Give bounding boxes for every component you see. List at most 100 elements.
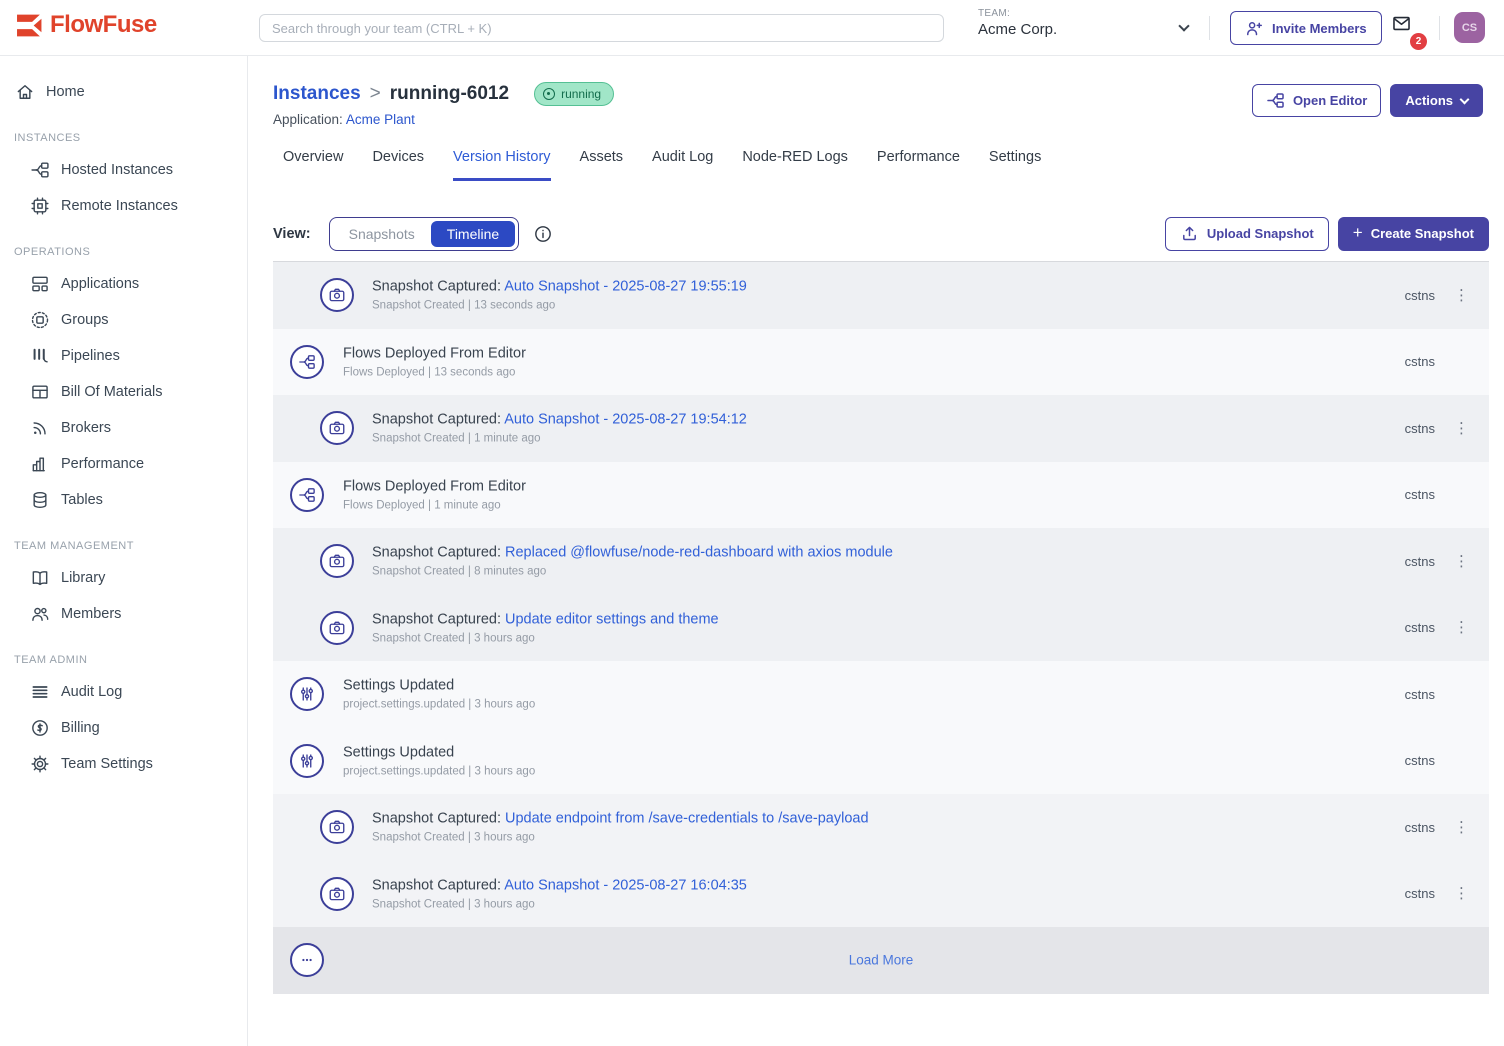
sliders-icon	[290, 677, 324, 711]
row-title: Flows Deployed From Editor	[343, 345, 526, 361]
row-title-prefix: Snapshot Captured:	[372, 611, 505, 627]
view-toggle: Snapshots Timeline	[329, 217, 520, 251]
invite-members-label: Invite Members	[1272, 21, 1367, 36]
upload-icon	[1180, 224, 1199, 243]
row-user: cstns	[1405, 288, 1435, 303]
row-title-prefix: Snapshot Captured:	[372, 811, 505, 827]
tab-devices[interactable]: Devices	[372, 149, 424, 181]
users-icon	[30, 604, 50, 624]
timeline-row: Settings Updated project.settings.update…	[273, 661, 1489, 728]
row-user: cstns	[1405, 753, 1435, 768]
sidebar: Home INSTANCES Hosted Instances Remote I…	[0, 56, 248, 1046]
breadcrumb: Instances > running-6012 running	[273, 82, 614, 106]
kebab-menu-icon[interactable]: ⋮	[1435, 421, 1489, 436]
search-input[interactable]	[259, 14, 944, 42]
timeline-table: Snapshot Captured: Auto Snapshot - 2025-…	[273, 261, 1489, 992]
toggle-timeline[interactable]: Timeline	[431, 221, 515, 247]
sidebar-item-billing[interactable]: Billing	[0, 710, 247, 746]
flowfuse-logo-icon	[16, 12, 43, 39]
tab-assets[interactable]: Assets	[580, 149, 624, 181]
application-link[interactable]: Acme Plant	[346, 112, 415, 127]
tab-overview[interactable]: Overview	[283, 149, 343, 181]
sidebar-item-members[interactable]: Members	[0, 596, 247, 632]
breadcrumb-instances-link[interactable]: Instances	[273, 83, 361, 105]
bar-chart-icon	[30, 454, 50, 474]
sidebar-item-label: Audit Log	[61, 684, 122, 700]
actions-button[interactable]: Actions	[1390, 84, 1483, 117]
flow-icon	[30, 160, 50, 180]
snapshot-link[interactable]: Update editor settings and theme	[505, 611, 719, 627]
row-user: cstns	[1405, 487, 1435, 502]
lines-icon	[30, 682, 50, 702]
team-selector[interactable]: TEAM: Acme Corp.	[978, 8, 1057, 38]
sidebar-item-groups[interactable]: Groups	[0, 302, 247, 338]
sidebar-item-hosted-instances[interactable]: Hosted Instances	[0, 152, 247, 188]
camera-icon	[320, 278, 354, 312]
row-title-prefix: Snapshot Captured:	[372, 279, 504, 295]
breadcrumb-separator: >	[370, 83, 381, 105]
tab-settings[interactable]: Settings	[989, 149, 1041, 181]
timeline-row: Snapshot Captured: Auto Snapshot - 2025-…	[273, 395, 1489, 462]
sidebar-item-remote-instances[interactable]: Remote Instances	[0, 188, 247, 224]
snapshot-link[interactable]: Auto Snapshot - 2025-08-27 19:54:12	[504, 412, 747, 428]
chevron-down-icon[interactable]	[1178, 20, 1189, 31]
deploy-flow-icon	[290, 478, 324, 512]
tab-audit-log[interactable]: Audit Log	[652, 149, 713, 181]
sidebar-item-performance[interactable]: Performance	[0, 446, 247, 482]
kebab-menu-icon[interactable]: ⋮	[1435, 620, 1489, 635]
avatar[interactable]: CS	[1454, 12, 1485, 43]
sidebar-section-title: TEAM MANAGEMENT	[0, 540, 247, 552]
open-editor-button[interactable]: Open Editor	[1252, 84, 1381, 117]
toggle-snapshots[interactable]: Snapshots	[333, 221, 431, 247]
sidebar-item-team-settings[interactable]: Team Settings	[0, 746, 247, 782]
snapshot-link[interactable]: Auto Snapshot - 2025-08-27 19:55:19	[504, 279, 747, 295]
row-title: Flows Deployed From Editor	[343, 478, 526, 494]
timeline-row: Snapshot Captured: Update editor setting…	[273, 595, 1489, 662]
groups-icon	[30, 310, 50, 330]
sidebar-item-tables[interactable]: Tables	[0, 482, 247, 518]
load-more-link[interactable]: Load More	[273, 953, 1489, 968]
chevron-down-icon	[1460, 94, 1470, 104]
tab-node-red-logs[interactable]: Node-RED Logs	[742, 149, 848, 181]
page-title: running-6012	[390, 83, 509, 105]
sidebar-item-bill-of-materials[interactable]: Bill Of Materials	[0, 374, 247, 410]
ellipsis-icon[interactable]	[290, 943, 324, 977]
kebab-menu-icon[interactable]: ⋮	[1435, 554, 1489, 569]
snapshot-link[interactable]: Replaced @flowfuse/node-red-dashboard wi…	[505, 545, 893, 561]
sidebar-item-applications[interactable]: Applications	[0, 266, 247, 302]
sidebar-item-label: Team Settings	[61, 756, 153, 772]
upload-snapshot-button[interactable]: Upload Snapshot	[1165, 217, 1329, 251]
status-label: running	[561, 87, 601, 101]
flowfuse-logo[interactable]: FlowFuse	[16, 11, 157, 39]
tab-performance[interactable]: Performance	[877, 149, 960, 181]
sidebar-item-home[interactable]: Home	[0, 74, 247, 110]
snapshot-link[interactable]: Auto Snapshot - 2025-08-27 16:04:35	[504, 877, 747, 893]
sidebar-item-library[interactable]: Library	[0, 560, 247, 596]
snapshot-link[interactable]: Update endpoint from /save-credentials t…	[505, 811, 869, 827]
kebab-menu-icon[interactable]: ⋮	[1435, 886, 1489, 901]
invite-members-button[interactable]: Invite Members	[1230, 11, 1382, 45]
app-window: FlowFuse TEAM: Acme Corp. Invite Members…	[0, 0, 1504, 1046]
book-icon	[30, 568, 50, 588]
info-icon[interactable]	[533, 224, 553, 244]
table-doc-icon	[30, 382, 50, 402]
kebab-menu-icon[interactable]: ⋮	[1435, 820, 1489, 835]
sidebar-item-label: Hosted Instances	[61, 162, 173, 178]
row-user: cstns	[1405, 687, 1435, 702]
mail-icon[interactable]	[1392, 14, 1411, 33]
plus-icon: +	[1353, 224, 1363, 241]
sidebar-item-brokers[interactable]: Brokers	[0, 410, 247, 446]
timeline-row: Snapshot Captured: Replaced @flowfuse/no…	[273, 528, 1489, 595]
sidebar-section-title: INSTANCES	[0, 132, 247, 144]
sidebar-item-pipelines[interactable]: Pipelines	[0, 338, 247, 374]
sidebar-section-title: TEAM ADMIN	[0, 654, 247, 666]
sidebar-item-audit-log[interactable]: Audit Log	[0, 674, 247, 710]
row-meta: Snapshot Created | 3 hours ago	[372, 898, 747, 910]
sidebar-item-label: Tables	[61, 492, 103, 508]
tab-version-history[interactable]: Version History	[453, 149, 551, 181]
row-title-prefix: Snapshot Captured:	[372, 412, 504, 428]
create-snapshot-button[interactable]: + Create Snapshot	[1338, 217, 1489, 251]
header-actions: Open Editor Actions	[1252, 84, 1483, 117]
user-plus-icon	[1245, 19, 1264, 38]
kebab-menu-icon[interactable]: ⋮	[1435, 288, 1489, 303]
